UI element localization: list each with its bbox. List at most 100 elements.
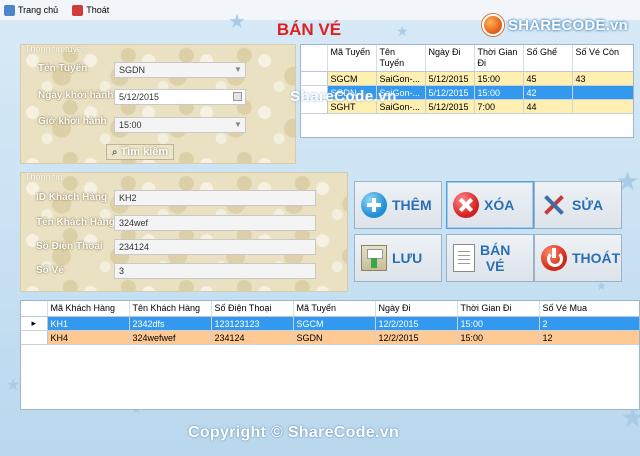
watermark-text: ShareCode.vn [290, 88, 397, 105]
table-cell[interactable]: 12 [539, 330, 639, 345]
column-header[interactable]: Ngày Đi [425, 45, 475, 72]
phone-value: 234124 [119, 242, 150, 252]
table-cell[interactable]: SaiGon-... [376, 71, 426, 86]
table-cell[interactable]: 45 [523, 71, 573, 86]
table-cell[interactable] [572, 85, 633, 100]
star-icon: ★ [396, 23, 409, 39]
customer-name-label: Tên Khách Hàng [36, 217, 115, 228]
table-cell[interactable]: 5/12/2015 [425, 99, 475, 114]
table-cell[interactable]: 324wefwef [129, 330, 212, 345]
chevron-down-icon[interactable]: ▼ [233, 65, 243, 75]
customer-id-field[interactable]: KH2 [114, 190, 316, 206]
table-cell[interactable]: 7:00 [474, 99, 524, 114]
delete-button[interactable]: XÓA [446, 181, 534, 229]
tickets-grid-header: Mã Khách Hàng Tên Khách Hàng Số Điện Tho… [21, 301, 639, 317]
tools-icon [541, 192, 567, 218]
search-button-label: Tìm kiếm [120, 146, 169, 158]
column-header[interactable]: Số Vé Còn [572, 45, 633, 72]
departure-time-label: Giờ khởi hành [38, 116, 107, 127]
table-cell[interactable]: 123123123 [211, 316, 294, 331]
table-cell[interactable]: 15:00 [457, 330, 540, 345]
table-cell[interactable]: 42 [523, 85, 573, 100]
table-cell[interactable]: 2342dfs [129, 316, 212, 331]
add-button[interactable]: THÊM [354, 181, 442, 229]
table-cell[interactable]: 12/2/2015 [375, 330, 458, 345]
ticket-count-value: 3 [119, 266, 125, 276]
customer-group-title: Thông tin [25, 172, 63, 182]
save-button[interactable]: LƯU [354, 234, 442, 282]
departure-date-picker[interactable]: 5/12/2015 [114, 89, 246, 105]
row-header-corner [21, 301, 48, 317]
routes-grid-header: Mã Tuyến Tên Tuyến Ngày Đi Thời Gian Đi … [301, 45, 633, 72]
phone-label: Số Điện Thoại [36, 241, 103, 252]
logo-orb-icon [482, 14, 504, 36]
table-cell[interactable]: SGCM [293, 316, 376, 331]
customer-id-label: ID Khách Hàng [36, 192, 108, 203]
departure-date-value: 5/12/2015 [119, 92, 160, 102]
table-cell[interactable]: SGCM [327, 71, 377, 86]
chevron-down-icon[interactable]: ▼ [233, 120, 243, 130]
table-cell[interactable]: 15:00 [457, 316, 540, 331]
table-cell[interactable]: KH4 [47, 330, 130, 345]
table-cell[interactable]: SGDN [293, 330, 376, 345]
logo-text: SHARECODE.vn [508, 16, 628, 34]
home-icon [4, 4, 15, 16]
column-header[interactable]: Mã Khách Hàng [47, 301, 130, 317]
menu-home-label: Trang chủ [18, 5, 59, 15]
column-header[interactable]: Thời Gian Đi [457, 301, 540, 317]
ticket-count-field[interactable]: 3 [114, 263, 316, 279]
column-header[interactable]: Mã Tuyến [293, 301, 376, 317]
customer-name-field[interactable]: 324wef [114, 215, 316, 231]
table-cell[interactable]: 44 [523, 99, 573, 114]
column-header[interactable]: Thời Gian Đi [474, 45, 524, 72]
departure-time-value: 15:00 [119, 120, 142, 130]
column-header[interactable]: Số Điện Thoại [211, 301, 294, 317]
route-group-title: Thông tin tuyến [25, 44, 88, 54]
search-button[interactable]: ⌕ Tìm kiếm [106, 144, 174, 160]
column-header[interactable]: Tên Khách Hàng [129, 301, 212, 317]
menu-item-home[interactable]: Trang chủ [4, 4, 59, 16]
table-row[interactable]: KH4 324wefwef 234124 SGDN 12/2/2015 15:0… [21, 330, 639, 345]
exit-button-label: THOÁT [572, 250, 621, 266]
plus-icon [361, 192, 387, 218]
table-cell[interactable]: 2 [539, 316, 639, 331]
column-header[interactable]: Số Ghế [523, 45, 573, 72]
column-header[interactable]: Mã Tuyến [327, 45, 377, 72]
table-cell[interactable]: 5/12/2015 [425, 71, 475, 86]
table-row-selected[interactable]: ▸ KH1 2342dfs 123123123 SGCM 12/2/2015 1… [21, 316, 639, 331]
column-header[interactable]: Ngày Đi [375, 301, 458, 317]
delete-button-label: XÓA [484, 197, 515, 213]
route-name-value: SGDN [119, 65, 146, 75]
sell-ticket-label-line2: VÉ [485, 258, 505, 274]
tickets-grid[interactable]: Mã Khách Hàng Tên Khách Hàng Số Điện Tho… [20, 300, 640, 410]
table-cell[interactable]: 12/2/2015 [375, 316, 458, 331]
table-cell[interactable]: 15:00 [474, 71, 524, 86]
table-cell[interactable]: 15:00 [474, 85, 524, 100]
row-header[interactable] [301, 71, 328, 86]
column-header[interactable]: Số Vé Mua [539, 301, 639, 317]
table-cell[interactable] [572, 99, 633, 114]
menu-item-exit[interactable]: Thoát [72, 4, 109, 16]
document-icon [453, 244, 475, 272]
row-header[interactable] [21, 330, 48, 345]
sell-ticket-label: BÁN VÉ [480, 242, 510, 274]
route-name-combo[interactable]: SGDN ▼ [114, 62, 246, 78]
ticket-count-label: Số Vé [36, 265, 64, 276]
column-header[interactable]: Tên Tuyến [376, 45, 426, 72]
star-icon: ★ [6, 377, 21, 394]
save-icon [361, 245, 387, 271]
table-cell[interactable]: 234124 [211, 330, 294, 345]
exit-button[interactable]: THOÁT [534, 234, 622, 282]
save-button-label: LƯU [392, 250, 423, 266]
phone-field[interactable]: 234124 [114, 239, 316, 255]
table-cell[interactable]: 43 [572, 71, 633, 86]
current-row-marker-icon[interactable]: ▸ [21, 316, 48, 331]
sell-ticket-button[interactable]: BÁN VÉ [446, 234, 534, 282]
table-cell[interactable]: KH1 [47, 316, 130, 331]
table-row[interactable]: SGCM SaiGon-... 5/12/2015 15:00 45 43 [301, 71, 633, 86]
calendar-icon[interactable] [233, 92, 242, 101]
exit-icon [72, 4, 84, 16]
table-cell[interactable]: 5/12/2015 [425, 85, 475, 100]
edit-button[interactable]: SỬA [534, 181, 622, 229]
departure-time-combo[interactable]: 15:00 ▼ [114, 117, 246, 133]
